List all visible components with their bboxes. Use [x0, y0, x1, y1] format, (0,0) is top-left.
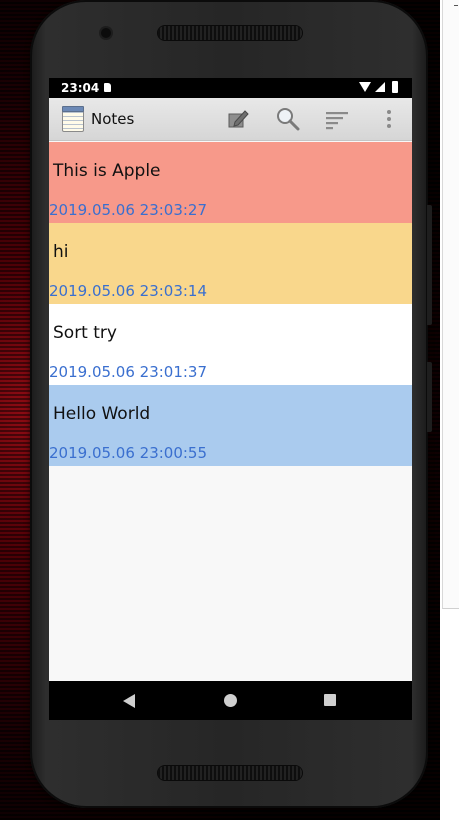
recent-apps-icon[interactable]: [324, 694, 336, 706]
signal-icon: [375, 82, 385, 92]
volume-button: [427, 205, 432, 325]
status-bar: 23:04: [49, 78, 412, 98]
top-speaker: [158, 26, 302, 40]
note-item[interactable]: Hello World 2019.05.06 23:00:55: [49, 385, 412, 466]
note-date: 2019.05.06 23:01:37: [49, 363, 208, 381]
app-title: Notes: [91, 110, 135, 128]
note-title: hi: [53, 242, 69, 262]
power-button: [427, 362, 432, 432]
battery-icon: [392, 81, 398, 93]
phone-screen: 23:04 Notes This is Apple 2019.05.06 23:…: [49, 78, 412, 720]
note-item[interactable]: hi 2019.05.06 23:03:14: [49, 223, 412, 304]
note-title: Sort try: [53, 323, 117, 343]
status-time: 23:04: [61, 81, 100, 95]
front-camera: [101, 28, 111, 38]
edit-icon[interactable]: [225, 106, 251, 132]
note-date: 2019.05.06 23:03:27: [49, 201, 208, 219]
wifi-icon: [359, 82, 371, 92]
search-icon[interactable]: [275, 106, 301, 132]
note-title: This is Apple: [53, 161, 161, 181]
notes-list: This is Apple 2019.05.06 23:03:27 hi 201…: [49, 142, 412, 466]
note-item[interactable]: Sort try 2019.05.06 23:01:37: [49, 304, 412, 385]
note-title: Hello World: [53, 404, 151, 424]
background-window: [442, 0, 459, 609]
navigation-bar: [49, 681, 412, 720]
more-options-icon[interactable]: [376, 106, 402, 132]
notes-app-icon: [62, 106, 84, 132]
back-icon[interactable]: [123, 694, 135, 708]
sort-icon[interactable]: [324, 106, 350, 132]
bottom-speaker: [158, 766, 302, 780]
home-icon[interactable]: [224, 694, 237, 707]
note-date: 2019.05.06 23:03:14: [49, 282, 208, 300]
sd-card-icon: [104, 83, 111, 92]
app-bar: Notes: [49, 98, 412, 141]
note-date: 2019.05.06 23:00:55: [49, 444, 208, 462]
note-item[interactable]: This is Apple 2019.05.06 23:03:27: [49, 142, 412, 223]
